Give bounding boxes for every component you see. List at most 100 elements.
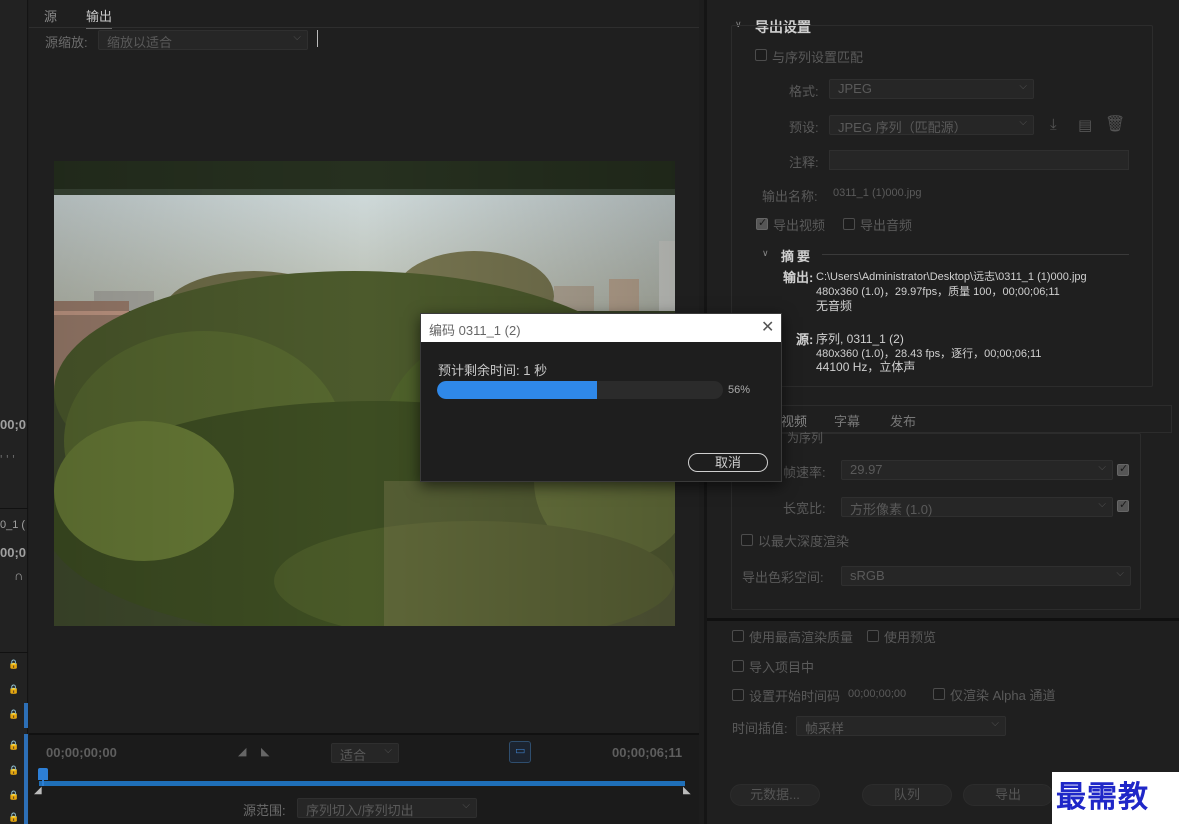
- lock-icon[interactable]: 🔒: [8, 740, 19, 750]
- lock-icon[interactable]: 🔒: [8, 684, 19, 694]
- interp-dropdown[interactable]: 帧采样 ⌵: [796, 716, 1006, 736]
- source-scale-label: 源缩放:: [45, 35, 88, 50]
- chevron-down-icon: ⌵: [462, 800, 470, 811]
- preset-label: 预设:: [789, 120, 819, 135]
- save-preset-icon[interactable]: ⤓: [1050, 116, 1057, 133]
- out-point-handle[interactable]: ◣: [683, 785, 691, 796]
- chevron-down-icon: ⌵: [293, 32, 301, 43]
- preset-value: JPEG 序列（匹配源）: [838, 120, 967, 135]
- timecode-current[interactable]: 00;00;00;00: [46, 745, 117, 760]
- aspect-label: 长宽比:: [783, 501, 826, 516]
- lock-icon[interactable]: 🔒: [8, 659, 19, 669]
- max-quality-label: 使用最高渲染质量: [749, 630, 854, 645]
- timecode-duration: 00;00;06;11: [612, 745, 683, 760]
- playhead-line: [42, 778, 44, 786]
- summary-title: 摘要: [781, 249, 814, 264]
- strip-seq-name: 0_1 (: [0, 519, 26, 531]
- summary-divider: [822, 254, 1129, 255]
- text-cursor: [317, 30, 318, 47]
- chevron-down-icon: ⌵: [1098, 499, 1106, 510]
- frame-rate-match-checkbox[interactable]: [1117, 462, 1129, 476]
- fit-dropdown[interactable]: 适合 ⌵: [331, 743, 399, 763]
- use-preview-checkbox[interactable]: [867, 630, 879, 642]
- close-icon[interactable]: ✕: [761, 317, 774, 337]
- import-project-checkbox[interactable]: [732, 660, 744, 672]
- source-range-value: 序列切入/序列切出: [306, 803, 414, 818]
- lock-icon[interactable]: 🔒: [8, 790, 19, 800]
- tab-source[interactable]: 源: [44, 6, 57, 25]
- frame-rate-value: 29.97: [850, 462, 883, 477]
- aspect-value: 方形像素 (1.0): [850, 502, 933, 517]
- tab-captions[interactable]: 字幕: [834, 411, 860, 430]
- aspect-match-checkbox[interactable]: [1117, 498, 1129, 512]
- max-quality-checkbox[interactable]: [732, 630, 744, 642]
- tab-video[interactable]: 视频: [781, 411, 807, 430]
- preset-dropdown[interactable]: JPEG 序列（匹配源） ⌵: [829, 115, 1034, 135]
- track-target-marker[interactable]: [24, 734, 28, 824]
- alpha-only-label: 仅渲染 Alpha 通道: [950, 688, 1056, 703]
- use-preview-label: 使用预览: [884, 630, 937, 645]
- track-target-marker[interactable]: [24, 703, 28, 728]
- dialog-title: 编码 0311_1 (2): [429, 323, 521, 338]
- strip-timecode-2: 00;0: [0, 545, 27, 560]
- strip-ticks: ' ' ': [0, 452, 15, 467]
- progress-percent: 56%: [728, 384, 751, 396]
- color-space-dropdown[interactable]: sRGB ⌵: [841, 566, 1131, 586]
- max-depth-checkbox[interactable]: [741, 534, 753, 546]
- lock-icon[interactable]: 🔒: [8, 812, 19, 822]
- color-space-label: 导出色彩空间:: [742, 570, 824, 585]
- output-name-link[interactable]: 0311_1 (1)000.jpg: [833, 187, 921, 199]
- mark-in-icon[interactable]: ◢: [238, 745, 246, 758]
- strip-divider: [0, 652, 28, 653]
- work-area-bar[interactable]: [39, 781, 685, 786]
- export-video-checkbox[interactable]: [756, 216, 768, 230]
- time-remaining-text: 预计剩余时间: 1 秒: [438, 363, 548, 378]
- metadata-button[interactable]: 元数据...: [730, 784, 820, 806]
- color-space-value: sRGB: [850, 568, 885, 583]
- progress-bar-track: [437, 381, 723, 399]
- alpha-only-checkbox[interactable]: [933, 688, 945, 700]
- comment-input[interactable]: [829, 150, 1129, 170]
- source-range-dropdown[interactable]: 序列切入/序列切出 ⌵: [297, 798, 477, 818]
- summary-source-audio: 44100 Hz，立体声: [816, 360, 916, 374]
- crop-output-button[interactable]: ▭: [509, 741, 531, 763]
- start-timecode-value[interactable]: 00;00;00;00: [848, 688, 906, 700]
- watermark-logo: 最需教育: [1052, 772, 1179, 824]
- import-preset-icon[interactable]: ▤: [1078, 116, 1092, 134]
- format-label: 格式:: [789, 84, 819, 99]
- start-timecode-checkbox[interactable]: [732, 689, 744, 701]
- export-video-label: 导出视频: [773, 218, 826, 233]
- tab-publish[interactable]: 发布: [890, 411, 916, 430]
- section-divider: [707, 618, 1179, 621]
- aspect-dropdown[interactable]: 方形像素 (1.0) ⌵: [841, 497, 1113, 517]
- frame-rate-dropdown[interactable]: 29.97 ⌵: [841, 460, 1113, 480]
- crop-icon: ▭: [515, 745, 526, 757]
- progress-bar-fill: [437, 381, 598, 399]
- export-audio-checkbox[interactable]: [843, 218, 855, 230]
- import-project-label: 导入项目中: [749, 660, 815, 675]
- cancel-button[interactable]: 取消: [688, 453, 768, 472]
- lock-icon[interactable]: 🔒: [8, 709, 19, 719]
- export-button[interactable]: 导出: [963, 784, 1053, 806]
- match-sequence-label: 与序列设置匹配: [772, 50, 864, 65]
- lock-icon[interactable]: 🔒: [8, 765, 19, 775]
- chevron-down-icon: ⌵: [1019, 117, 1027, 128]
- tab-output[interactable]: 输出: [86, 6, 113, 29]
- chevron-down-icon: ⌵: [1098, 462, 1106, 473]
- in-point-handle[interactable]: ◢: [34, 785, 42, 796]
- export-audio-label: 导出音频: [860, 218, 913, 233]
- summary-output-audio: 无音频: [816, 299, 853, 313]
- delete-preset-icon[interactable]: 🗑: [1105, 114, 1125, 134]
- encoding-dialog: 编码 0311_1 (2) ✕ 预计剩余时间: 1 秒 56% 取消: [420, 313, 782, 482]
- queue-button[interactable]: 队列: [862, 784, 952, 806]
- source-scale-dropdown[interactable]: 缩放以适合 ⌵: [98, 30, 308, 50]
- chevron-down-icon: ⌵: [384, 745, 392, 756]
- max-depth-label: 以最大深度渲染: [758, 534, 850, 549]
- mark-out-icon[interactable]: ◣: [261, 745, 269, 758]
- chevron-down-icon: ⌵: [1116, 568, 1124, 579]
- left-strip-panel: 00;0 ' ' ' 0_1 ( 00;0 ∩ 🔒 🔒 🔒 🔒 🔒 🔒 🔒: [0, 0, 28, 824]
- format-dropdown[interactable]: JPEG ⌵: [829, 79, 1034, 99]
- fit-value: 适合: [340, 748, 367, 763]
- collapse-icon[interactable]: ∨: [762, 248, 769, 259]
- match-sequence-checkbox[interactable]: [755, 49, 767, 61]
